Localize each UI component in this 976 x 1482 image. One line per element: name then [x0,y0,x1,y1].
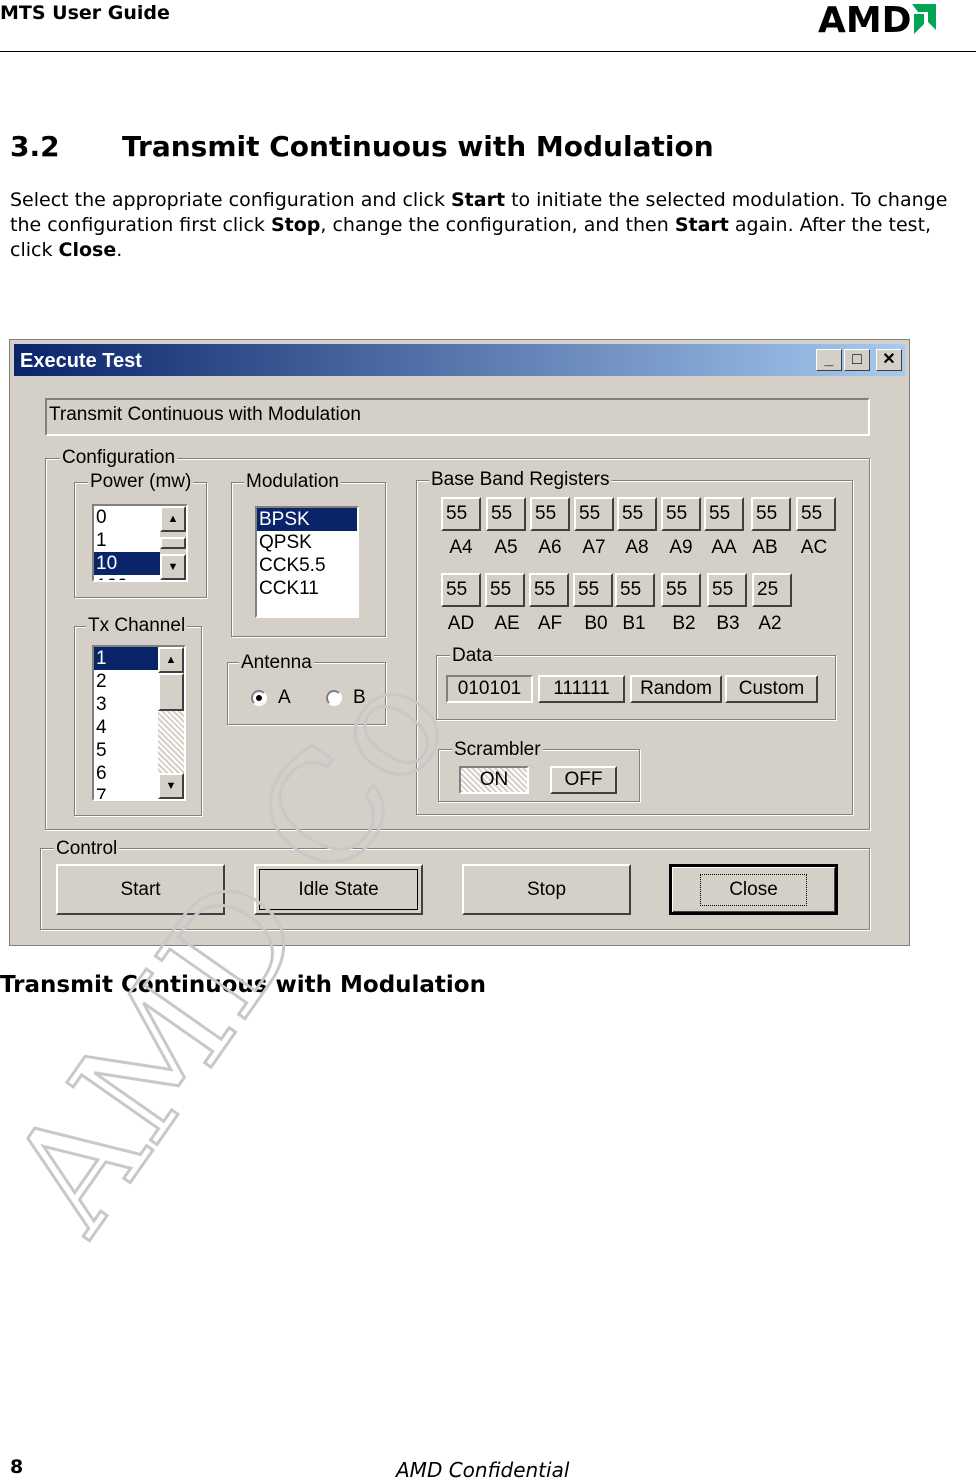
register-a6-value[interactable]: 55 [530,497,570,531]
register-a8-value[interactable]: 55 [617,497,657,531]
power-label: Power (mw) [88,471,194,492]
antenna-a-label: A [278,687,291,708]
list-item[interactable]: CCK5.5 [257,554,357,577]
modulation-listbox[interactable]: BPSK QPSK CCK5.5 CCK11 [255,506,359,618]
scrambler-label: Scrambler [452,739,543,760]
baseband-registers-label: Base Band Registers [429,469,612,490]
arrow-up-icon: ▲ [165,654,177,666]
header-rule [0,51,976,52]
close-button[interactable]: Close [669,864,838,915]
register-b0-value[interactable]: 55 [573,573,613,607]
tx-channel-label: Tx Channel [86,615,188,636]
confidential-footer: AMD Confidential [396,1458,570,1482]
scroll-up-button[interactable]: ▲ [158,647,184,673]
minimize-icon: _ [824,351,834,368]
antenna-a-radio[interactable] [251,690,267,706]
radio-selected-dot [256,695,262,701]
status-field: Transmit Continuous with Modulation [45,398,870,436]
register-af-value[interactable]: 55 [529,573,569,607]
scroll-up-button[interactable]: ▲ [160,506,186,532]
amd-logo: AMD [818,0,938,44]
list-item[interactable]: BPSK [257,508,357,531]
register-af-label: AF [537,613,563,634]
scroll-down-button[interactable]: ▼ [158,773,184,799]
power-listbox[interactable]: 0 1 10 100 ▲ ▼ [92,504,188,582]
control-label: Control [54,838,120,859]
figure-caption: Transmit Continuous with Modulation [0,972,486,998]
register-ab-value[interactable]: 55 [751,497,791,531]
register-b2-label: B2 [672,613,696,634]
register-ad-label: AD [447,613,475,634]
idle-state-button[interactable]: Idle State [254,864,423,915]
close-button-label: Close [700,874,807,906]
register-a4-value[interactable]: 55 [441,497,481,531]
register-a7-label: A7 [582,537,606,558]
list-item[interactable]: QPSK [257,531,357,554]
register-aa-label: AA [711,537,737,558]
register-ac-value[interactable]: 55 [796,497,836,531]
register-a7-value[interactable]: 55 [574,497,614,531]
page-number: 8 [10,1456,24,1478]
register-b1-label: B1 [622,613,646,634]
register-a9-value[interactable]: 55 [661,497,701,531]
amd-logo-text: AMD [818,0,912,40]
stop-button[interactable]: Stop [462,864,631,915]
execute-test-window: Execute Test _ □ ✕ Transmit Continuous w… [9,339,910,946]
document-header-title: MTS User Guide [0,2,170,24]
close-icon: ✕ [882,351,896,368]
register-ae-value[interactable]: 55 [485,573,525,607]
section-title: Transmit Continuous with Modulation [122,130,714,163]
window-close-button[interactable]: ✕ [876,349,902,371]
register-b3-label: B3 [716,613,740,634]
scrambler-on-button[interactable]: ON [459,766,529,794]
data-custom-button[interactable]: Custom [725,675,818,703]
arrow-up-icon: ▲ [167,513,179,525]
scroll-down-button[interactable]: ▼ [160,554,186,580]
maximize-button[interactable]: □ [844,349,870,371]
register-ad-value[interactable]: 55 [441,573,481,607]
register-ae-label: AE [494,613,520,634]
register-a8-label: A8 [625,537,649,558]
status-text: Transmit Continuous with Modulation [49,404,361,425]
section-number: 3.2 [10,130,60,163]
tx-channel-scrollbar[interactable]: ▲ ▼ [158,647,184,799]
data-111111-button[interactable]: 111111 [538,675,625,703]
register-a5-value[interactable]: 55 [486,497,526,531]
scroll-thumb[interactable] [160,537,186,549]
data-random-button[interactable]: Random [630,675,722,703]
configuration-label: Configuration [60,447,178,468]
window-title: Execute Test [20,350,142,372]
arrow-down-icon: ▼ [167,561,179,573]
data-010101-button[interactable]: 010101 [446,675,533,703]
minimize-button[interactable]: _ [816,349,842,371]
arrow-down-icon: ▼ [165,780,177,792]
register-a6-label: A6 [538,537,562,558]
register-ab-label: AB [752,537,778,558]
register-a5-label: A5 [494,537,518,558]
scrambler-off-button[interactable]: OFF [550,766,617,794]
window-titlebar: Execute Test _ □ ✕ [14,344,905,376]
register-b3-value[interactable]: 55 [707,573,747,607]
register-a2-label: A2 [758,613,782,634]
modulation-label: Modulation [244,471,341,492]
register-b0-label: B0 [584,613,608,634]
instructions-paragraph: Select the appropriate configuration and… [10,189,948,261]
start-button[interactable]: Start [56,864,225,915]
scroll-thumb[interactable] [158,673,184,711]
register-aa-value[interactable]: 55 [704,497,744,531]
antenna-label: Antenna [239,652,314,673]
list-item[interactable]: CCK11 [257,577,357,600]
register-a2-value[interactable]: 25 [752,573,792,607]
tx-channel-listbox[interactable]: 1 2 3 4 5 6 7 ▲ ▼ [92,645,186,801]
antenna-b-radio[interactable] [326,690,342,706]
maximize-icon: □ [852,351,862,368]
register-a4-label: A4 [449,537,473,558]
register-b1-value[interactable]: 55 [615,573,655,607]
antenna-b-label: B [353,687,366,708]
register-ac-label: AC [800,537,828,558]
register-b2-value[interactable]: 55 [661,573,701,607]
power-scrollbar[interactable]: ▲ ▼ [160,506,186,580]
register-a9-label: A9 [669,537,693,558]
data-label: Data [450,645,495,666]
